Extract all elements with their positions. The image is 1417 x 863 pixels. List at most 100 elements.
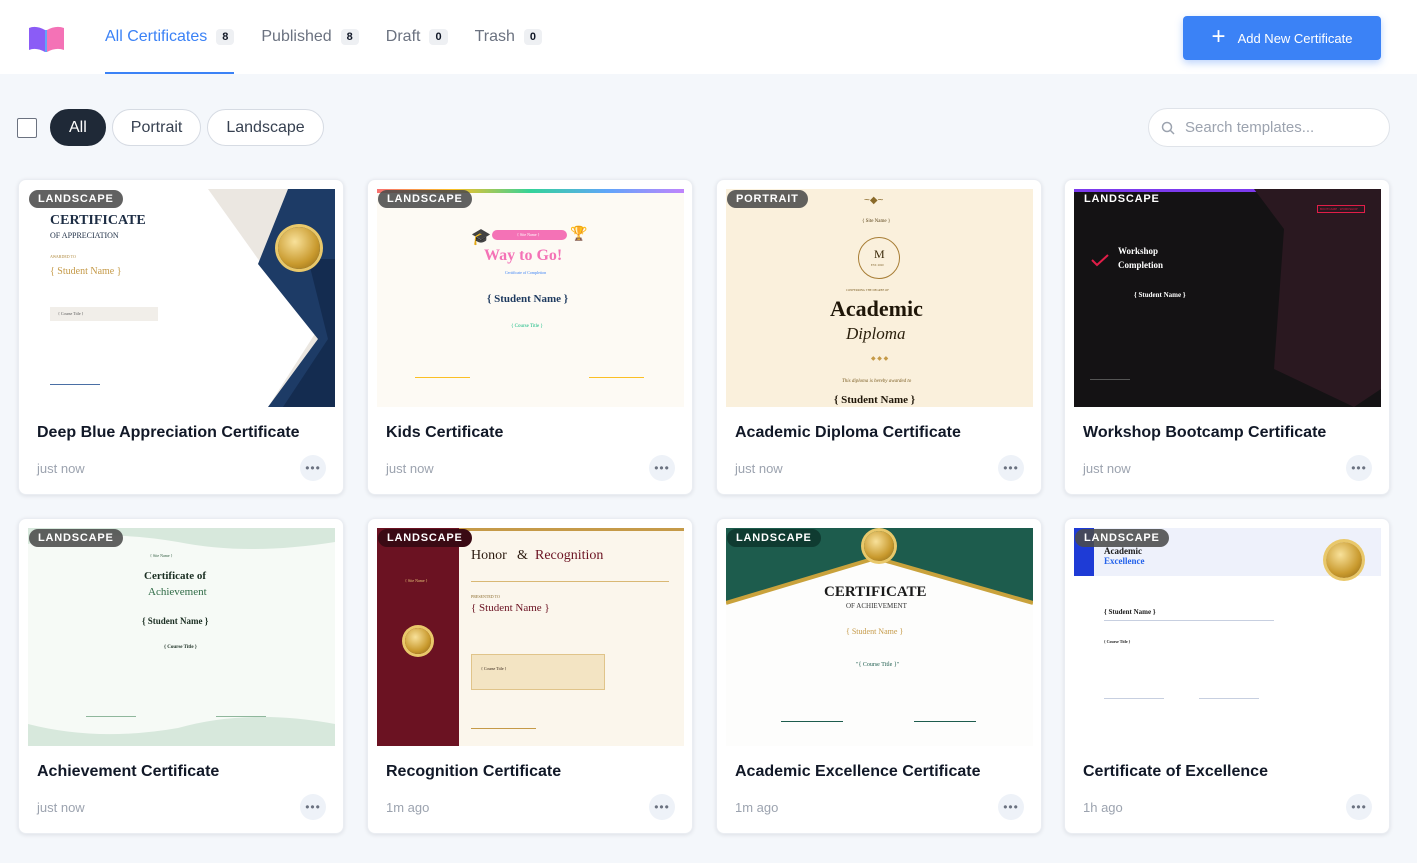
top-strip bbox=[459, 528, 684, 531]
select-all-checkbox[interactable] bbox=[17, 118, 37, 138]
card-timestamp: just now bbox=[37, 800, 85, 815]
more-options-icon[interactable]: ••• bbox=[300, 794, 326, 820]
card-title: Academic Diploma Certificate bbox=[735, 424, 961, 441]
preview-background bbox=[28, 528, 335, 746]
tab-count-badge: 0 bbox=[429, 29, 448, 45]
medal-icon bbox=[864, 531, 894, 561]
signature-line bbox=[216, 716, 266, 717]
card-timestamp: just now bbox=[1083, 461, 1131, 476]
certificate-preview: 🎓 🏆 { Site Name } Way to Go! Certificate… bbox=[377, 189, 684, 407]
certificate-preview: ~◆~ { Site Name } M EST. 2020 CONFERRING… bbox=[726, 189, 1033, 407]
card-title: Academic Excellence Certificate bbox=[735, 763, 981, 780]
preview-student-name: { Student Name } bbox=[487, 293, 569, 305]
add-button-label: Add New Certificate bbox=[1237, 30, 1353, 46]
app-logo-icon bbox=[29, 26, 64, 52]
card-title: Deep Blue Appreciation Certificate bbox=[37, 424, 300, 441]
orientation-badge: LANDSCAPE bbox=[29, 190, 123, 208]
card-timestamp: 1m ago bbox=[735, 800, 779, 815]
more-options-icon[interactable]: ••• bbox=[649, 455, 675, 481]
preview-site: { Site Name } bbox=[517, 232, 540, 237]
signature-line bbox=[589, 377, 644, 378]
preview-awarded: This diploma is hereby awarded to bbox=[842, 379, 912, 384]
certificate-preview: CERTIFICATE OF ACHIEVEMENT { Student Nam… bbox=[726, 528, 1033, 746]
filter-all[interactable]: All bbox=[50, 109, 106, 146]
more-options-icon[interactable]: ••• bbox=[998, 794, 1024, 820]
tab-trash[interactable]: Trash 0 bbox=[474, 0, 543, 74]
preview-student-name: { Student Name } bbox=[142, 616, 209, 626]
preview-subtitle: OF ACHIEVEMENT bbox=[846, 602, 907, 610]
signature-line bbox=[86, 716, 136, 717]
orientation-badge: PORTRAIT bbox=[727, 190, 808, 208]
preview-course: { Course Title } bbox=[511, 324, 543, 329]
filter-portrait[interactable]: Portrait bbox=[111, 109, 202, 146]
preview-title-line2: Completion bbox=[1118, 260, 1163, 270]
tab-label: Published bbox=[261, 28, 332, 45]
certificate-card[interactable]: CERTIFICATE OF ACHIEVEMENT { Student Nam… bbox=[716, 518, 1042, 834]
signature-line bbox=[471, 728, 536, 729]
orientation-badge: LANDSCAPE bbox=[1075, 529, 1169, 547]
certificate-preview: { Site Name } Certificate of Achievement… bbox=[28, 528, 335, 746]
preview-tag: BOOTCAMP · WORKSHOP bbox=[1320, 207, 1358, 211]
card-title: Recognition Certificate bbox=[386, 763, 562, 780]
tab-label: Trash bbox=[474, 28, 515, 45]
medal-icon bbox=[405, 628, 431, 654]
more-options-icon[interactable]: ••• bbox=[1346, 455, 1372, 481]
preview-title-a: Honor bbox=[471, 548, 507, 563]
certificate-preview: { Site Name } Honor & Recognition PRESEN… bbox=[377, 528, 684, 746]
preview-course: { Course Title } bbox=[481, 666, 507, 671]
preview-site: { Site Name } bbox=[150, 553, 173, 558]
card-title: Workshop Bootcamp Certificate bbox=[1083, 424, 1327, 441]
tab-label: Draft bbox=[385, 28, 421, 45]
more-options-icon[interactable]: ••• bbox=[649, 794, 675, 820]
add-new-certificate-button[interactable]: + Add New Certificate bbox=[1183, 16, 1381, 60]
orientation-filter: All Portrait Landscape bbox=[50, 109, 324, 146]
signature-line bbox=[1090, 379, 1130, 380]
certificate-card[interactable]: { Site Name } Certificate of Achievement… bbox=[18, 518, 344, 834]
certificate-card[interactable]: { Site Name } Honor & Recognition PRESEN… bbox=[367, 518, 693, 834]
preview-title-line2: Achievement bbox=[148, 586, 207, 598]
tab-count-badge: 8 bbox=[340, 29, 359, 45]
more-options-icon[interactable]: ••• bbox=[1346, 794, 1372, 820]
preview-title-line1: Academic bbox=[1104, 546, 1142, 556]
divider bbox=[1104, 620, 1274, 621]
certificate-card[interactable]: BOOTCAMP · WORKSHOP Workshop Completion … bbox=[1064, 179, 1390, 495]
signature-line bbox=[415, 377, 470, 378]
certificate-preview: CERTIFICATE OF APPRECIATION AWARDED TO {… bbox=[28, 189, 335, 407]
card-title: Kids Certificate bbox=[386, 424, 504, 441]
more-options-icon[interactable]: ••• bbox=[998, 455, 1024, 481]
tab-all-certificates[interactable]: All Certificates 8 bbox=[105, 0, 235, 74]
preview-student-name: { Student Name } bbox=[1134, 291, 1186, 299]
tab-draft[interactable]: Draft 0 bbox=[386, 0, 448, 74]
certificate-card[interactable]: 🎓 🏆 { Site Name } Way to Go! Certificate… bbox=[367, 179, 693, 495]
preview-student-name: { Student Name } bbox=[50, 266, 122, 277]
preview-title-line2: Excellence bbox=[1104, 556, 1145, 566]
card-timestamp: 1m ago bbox=[386, 800, 430, 815]
medal-icon bbox=[278, 227, 320, 269]
preview-monogram: M bbox=[874, 247, 885, 261]
preview-title-b: Recognition bbox=[535, 548, 604, 563]
preview-course: { Course Title } bbox=[1104, 639, 1131, 644]
more-options-icon[interactable]: ••• bbox=[300, 455, 326, 481]
medal-icon bbox=[1326, 542, 1362, 578]
preview-course: "{ Course Title }" bbox=[856, 662, 900, 668]
certificate-card[interactable]: CERTIFICATE OF APPRECIATION AWARDED TO {… bbox=[18, 179, 344, 495]
preview-site: { Site Name } bbox=[405, 578, 428, 583]
preview-course: { Course Title } bbox=[164, 645, 197, 650]
certificate-card[interactable]: ~◆~ { Site Name } M EST. 2020 CONFERRING… bbox=[716, 179, 1042, 495]
preview-background bbox=[1254, 189, 1381, 407]
preview-title: Way to Go! bbox=[484, 247, 563, 264]
filter-landscape[interactable]: Landscape bbox=[207, 109, 324, 146]
preview-title: CERTIFICATE bbox=[824, 584, 927, 600]
orientation-badge: LANDSCAPE bbox=[727, 529, 821, 547]
certificate-preview: Academic Excellence { Student Name } { C… bbox=[1074, 528, 1381, 746]
ornament-icon: ◆ ◆ ◆ bbox=[871, 356, 889, 362]
preview-title: Academic bbox=[830, 296, 923, 321]
tab-published[interactable]: Published 8 bbox=[261, 0, 359, 74]
preview-title-line1: Workshop bbox=[1118, 246, 1159, 256]
graduation-cap-icon: 🎓 bbox=[471, 229, 491, 246]
course-box bbox=[471, 654, 605, 690]
certificate-card[interactable]: Academic Excellence { Student Name } { C… bbox=[1064, 518, 1390, 834]
search-input[interactable] bbox=[1185, 119, 1375, 136]
preview-awarded: AWARDED TO bbox=[50, 254, 76, 259]
trophy-icon: 🏆 bbox=[570, 225, 588, 241]
